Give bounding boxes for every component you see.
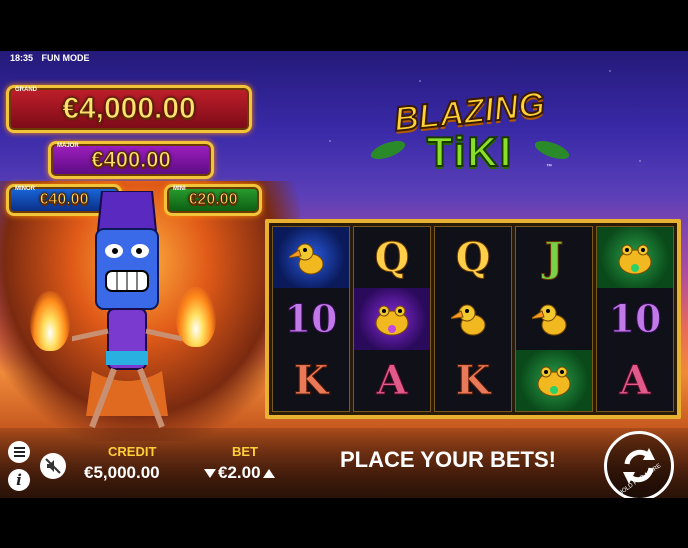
frog-icon xyxy=(618,244,652,275)
symbol-j: J xyxy=(544,234,564,282)
symbol-10: 10 xyxy=(608,296,662,342)
right-flame xyxy=(176,287,216,347)
symbol-10: 10 xyxy=(284,296,338,342)
status-bar: 18:35 FUN MODE xyxy=(10,53,96,63)
jackpot-tag: MINOR xyxy=(15,186,35,192)
tiki-character xyxy=(72,191,182,429)
bet-control: €2.00 xyxy=(204,463,275,483)
game-logo: BLAZING TiKI ™ xyxy=(368,84,572,176)
symbol-frog xyxy=(597,227,673,289)
frog-icon xyxy=(537,366,571,397)
toucan-icon xyxy=(451,304,486,336)
jackpot-tag: GRAND xyxy=(15,87,37,93)
jackpot-tag: MAJOR xyxy=(57,143,79,149)
credit-value: €5,000.00 xyxy=(84,463,160,482)
logo-line1: BLAZING xyxy=(392,84,548,140)
symbol-k: K xyxy=(293,356,329,404)
game-stage: 18:35 FUN MODE GRAND €4,000.00 MAJOR €40… xyxy=(0,51,688,498)
bet-label: BET xyxy=(232,444,258,459)
jackpot-amount: €4,000.00 xyxy=(62,92,196,126)
bet-value: €2.00 xyxy=(218,463,261,482)
major-jackpot: MAJOR €400.00 xyxy=(48,141,214,179)
symbol-toucan xyxy=(516,288,592,349)
menu-icon[interactable] xyxy=(8,441,30,463)
symbol-q: Q xyxy=(374,234,410,282)
status-message: PLACE YOUR BETS! xyxy=(340,447,556,472)
toucan-icon xyxy=(289,243,324,275)
toucan-icon xyxy=(532,304,567,336)
credit-label: CREDIT xyxy=(108,444,157,459)
bet-increase-icon[interactable] xyxy=(262,468,275,478)
left-flame xyxy=(30,291,70,351)
control-bar: i CREDIT €5,000.00 BET €2.00 PLACE YOUR … xyxy=(0,429,688,498)
reel-4: J xyxy=(515,226,593,412)
symbol-toucan xyxy=(273,227,349,289)
symbol-frog xyxy=(516,349,592,411)
reel-5: 10 A xyxy=(596,226,674,412)
jackpot-amount: €20.00 xyxy=(188,191,238,209)
reel-2: QA xyxy=(353,226,431,412)
grand-jackpot: GRAND €4,000.00 xyxy=(6,85,252,133)
mode-label: FUN MODE xyxy=(41,53,90,63)
reel-3: QK xyxy=(434,226,512,412)
reel-grid: 10 K Q A Q K J 10 A xyxy=(265,219,681,419)
sound-off-icon[interactable] xyxy=(40,453,66,479)
trademark: ™ xyxy=(546,164,552,170)
bet-decrease-icon[interactable] xyxy=(204,468,216,478)
info-icon[interactable]: i xyxy=(8,469,30,491)
symbol-k: K xyxy=(455,356,491,404)
symbol-frog xyxy=(354,288,430,350)
symbol-toucan xyxy=(435,288,511,349)
symbol-a: A xyxy=(619,356,651,404)
clock: 18:35 xyxy=(10,53,34,63)
symbol-q: Q xyxy=(455,234,491,282)
jackpot-amount: €400.00 xyxy=(91,147,172,173)
reel-1: 10 K xyxy=(272,226,350,412)
frog-icon xyxy=(375,305,409,336)
symbol-a: A xyxy=(376,356,408,404)
